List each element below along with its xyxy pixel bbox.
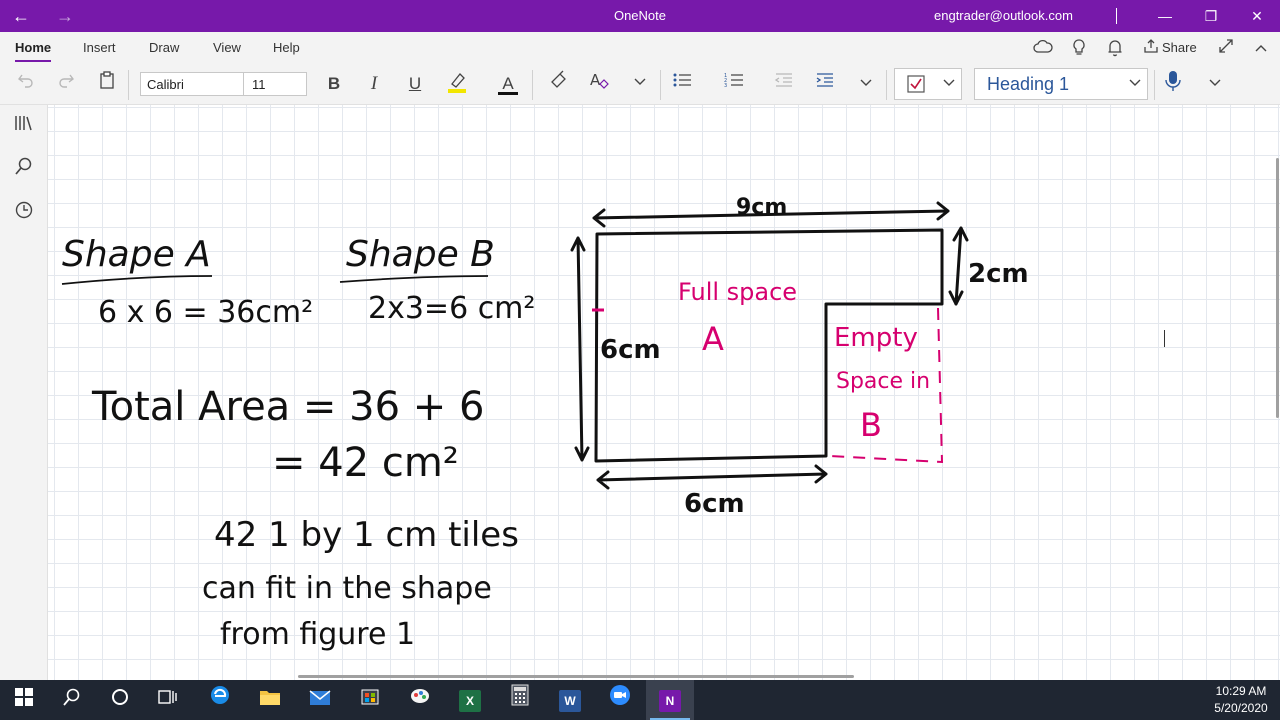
cortana-circle-icon[interactable] (96, 680, 144, 720)
toolbar-divider (660, 70, 661, 100)
bell-icon[interactable] (1104, 38, 1126, 58)
font-color-button[interactable]: A (494, 70, 522, 98)
word-icon[interactable]: W (546, 680, 594, 720)
more-paragraph-chevron-icon[interactable] (852, 70, 880, 98)
toolbar-divider (128, 70, 129, 100)
svg-text:A: A (590, 71, 601, 89)
microphone-icon[interactable] (1159, 70, 1187, 98)
start-windows-icon[interactable] (0, 680, 48, 720)
task-view-icon[interactable] (144, 680, 192, 720)
note-page-canvas[interactable] (48, 105, 1280, 680)
undo-icon[interactable] (12, 70, 40, 98)
more-formatting-chevron-icon[interactable] (626, 70, 654, 98)
toolbar-divider (886, 70, 887, 100)
style-dropdown-value: Heading 1 (987, 74, 1070, 94)
ribbon-toolbar: Calibri 11 B I U A A 123 Heading 1 (0, 64, 1280, 105)
navigation-rail (0, 105, 48, 680)
clock-time: 10:29 AM (1215, 684, 1267, 698)
clipboard-icon[interactable] (93, 70, 121, 98)
tab-draw[interactable]: Draw (149, 32, 179, 64)
clock-date: 5/20/2020 (1214, 701, 1268, 715)
increase-indent-icon[interactable] (811, 70, 839, 98)
toolbar-divider (1154, 70, 1155, 100)
onenote-icon[interactable]: N (646, 680, 694, 720)
font-color-bar (498, 92, 518, 95)
tag-dropdown-chevron-icon (943, 69, 955, 99)
paint-app-icon[interactable] (396, 680, 444, 720)
zoom-icon[interactable] (596, 680, 644, 720)
font-size-input[interactable]: 11 (244, 72, 307, 96)
taskbar-search-icon[interactable] (48, 680, 96, 720)
mail-icon[interactable] (296, 680, 344, 720)
minimize-button[interactable]: — (1142, 0, 1188, 32)
calculator-icon[interactable] (496, 680, 544, 720)
italic-button[interactable]: I (360, 70, 388, 98)
system-clock[interactable]: 10:29 AM 5/20/2020 (1206, 683, 1276, 717)
search-icon[interactable] (10, 157, 38, 185)
title-bar: ← → OneNote engtrader@outlook.com — ❐ ✕ (0, 0, 1280, 32)
decrease-indent-icon[interactable] (770, 70, 798, 98)
close-button[interactable]: ✕ (1234, 0, 1280, 32)
format-painter-icon[interactable] (545, 70, 573, 98)
underline-button[interactable]: U (401, 70, 429, 98)
restore-button[interactable]: ❐ (1188, 0, 1234, 32)
tab-view[interactable]: View (213, 32, 241, 64)
tab-home[interactable]: Home (15, 32, 52, 64)
numbered-list-icon[interactable]: 123 (720, 70, 748, 98)
font-color-letter: A (502, 74, 514, 93)
bullet-list-icon[interactable] (668, 70, 696, 98)
tab-insert[interactable]: Insert (83, 32, 116, 64)
text-cursor (1164, 330, 1165, 347)
file-explorer-icon[interactable] (246, 680, 294, 720)
lightbulb-icon[interactable] (1068, 38, 1090, 58)
toolbar-divider (532, 70, 533, 100)
redo-icon[interactable] (52, 70, 80, 98)
todo-checkbox-icon (907, 75, 925, 98)
tag-dropdown[interactable] (894, 68, 962, 100)
dictate-options-chevron-icon[interactable] (1201, 70, 1229, 98)
highlighter-icon[interactable] (443, 70, 471, 98)
bold-button[interactable]: B (320, 70, 348, 98)
share-icon[interactable] (1142, 38, 1160, 58)
tab-help[interactable]: Help (273, 32, 300, 64)
style-dropdown-chevron-icon (1129, 69, 1141, 99)
account-name[interactable]: engtrader@outlook.com (934, 0, 1073, 32)
collapse-ribbon-chevron-icon[interactable] (1252, 38, 1270, 58)
vertical-scrollbar[interactable] (1276, 158, 1279, 418)
windows-taskbar: X W N 10:29 AM 5/20/2020 (0, 680, 1280, 720)
titlebar-divider (1116, 8, 1117, 24)
horizontal-scrollbar[interactable] (298, 675, 854, 678)
svg-text:3: 3 (724, 83, 727, 88)
ribbon-tabs: Home Insert Draw View Help Share (0, 32, 1280, 64)
share-label[interactable]: Share (1162, 32, 1197, 64)
window-title: OneNote (613, 8, 667, 23)
recent-notes-clock-icon[interactable] (10, 201, 38, 229)
expand-icon[interactable] (1216, 38, 1236, 58)
notebooks-icon[interactable] (10, 114, 38, 142)
store-icon[interactable] (346, 680, 394, 720)
edge-browser-icon[interactable] (196, 680, 244, 720)
font-name-input[interactable]: Calibri (140, 72, 244, 96)
sync-status-icon[interactable] (1032, 38, 1054, 58)
clear-formatting-icon[interactable]: A (586, 70, 614, 98)
paragraph-style-dropdown[interactable]: Heading 1 (974, 68, 1148, 100)
excel-icon[interactable]: X (446, 680, 494, 720)
